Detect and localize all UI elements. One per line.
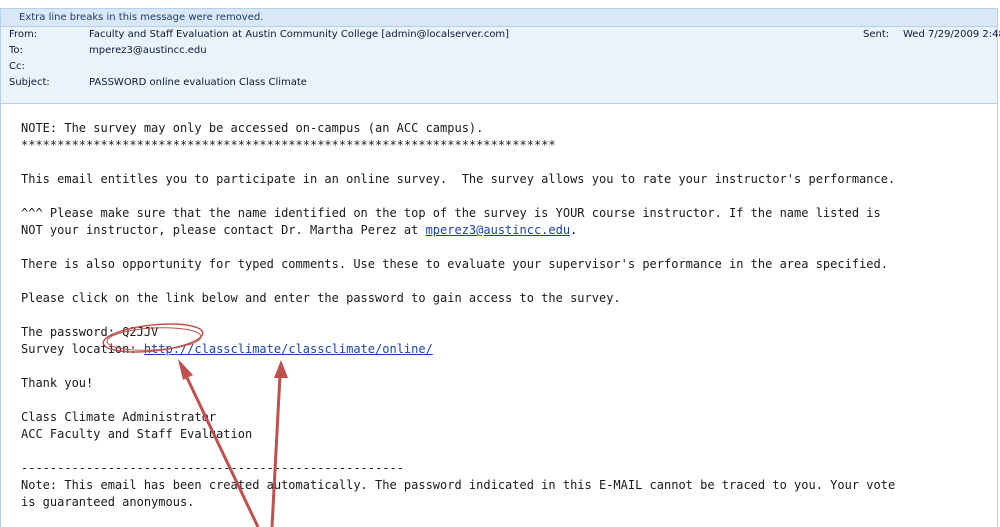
signature-line-1: Class Climate Administrator bbox=[21, 410, 217, 424]
subject-row: Subject: PASSWORD online evaluation Clas… bbox=[1, 75, 997, 91]
to-row: To: mperez3@austincc.edu bbox=[1, 43, 997, 59]
cc-label: Cc: bbox=[9, 61, 25, 72]
info-bar[interactable]: Extra line breaks in this message were r… bbox=[1, 9, 997, 27]
to-value[interactable]: mperez3@austincc.edu bbox=[89, 43, 207, 59]
survey-location-label: Survey location: bbox=[21, 342, 144, 356]
cc-row: Cc: bbox=[1, 59, 997, 75]
from-row: From: Faculty and Staff Evaluation at Au… bbox=[1, 27, 1000, 43]
footer-line-2: is guaranteed anonymous. bbox=[21, 495, 195, 509]
note-line: NOTE: The survey may only be accessed on… bbox=[21, 121, 484, 135]
footer-line-1: Note: This email has been created automa… bbox=[21, 478, 896, 492]
message-body: NOTE: The survey may only be accessed on… bbox=[0, 104, 998, 527]
to-label: To: bbox=[9, 45, 23, 56]
password-label: The password: bbox=[21, 325, 123, 339]
password-value: Q2JJV bbox=[122, 325, 159, 339]
sent-value: Wed 7/29/2009 2:48 bbox=[903, 29, 1000, 40]
top-strip bbox=[0, 0, 1000, 8]
thanks-text: Thank you! bbox=[21, 376, 94, 390]
message-header: Extra line breaks in this message were r… bbox=[0, 8, 1000, 104]
intro-text: This email entitles you to participate i… bbox=[21, 172, 896, 186]
signature-line-2: ACC Faculty and Staff Evaluation bbox=[21, 427, 253, 441]
check-line-1: ^^^ Please make sure that the name ident… bbox=[21, 206, 881, 220]
message-body-text: NOTE: The survey may only be accessed on… bbox=[21, 120, 895, 511]
sent-label: Sent: bbox=[863, 29, 890, 40]
info-bar-text: Extra line breaks in this message were r… bbox=[19, 12, 264, 23]
comments-text: There is also opportunity for typed comm… bbox=[21, 257, 888, 271]
check-line-2-pre: NOT your instructor, please contact Dr. … bbox=[21, 223, 426, 237]
dashes-line: ----------------------------------------… bbox=[21, 461, 404, 475]
instruction-text: Please click on the link below and enter… bbox=[21, 291, 621, 305]
survey-url-link[interactable]: http://classclimate/classclimate/online/ bbox=[144, 342, 433, 356]
check-line-2-post: . bbox=[570, 223, 578, 237]
contact-email-link[interactable]: mperez3@austincc.edu bbox=[426, 223, 571, 237]
from-value[interactable]: Faculty and Staff Evaluation at Austin C… bbox=[89, 27, 509, 43]
from-label: From: bbox=[9, 29, 38, 40]
subject-value: PASSWORD online evaluation Class Climate bbox=[89, 77, 307, 88]
subject-label: Subject: bbox=[9, 77, 50, 88]
stars-line: ****************************************… bbox=[21, 138, 556, 152]
